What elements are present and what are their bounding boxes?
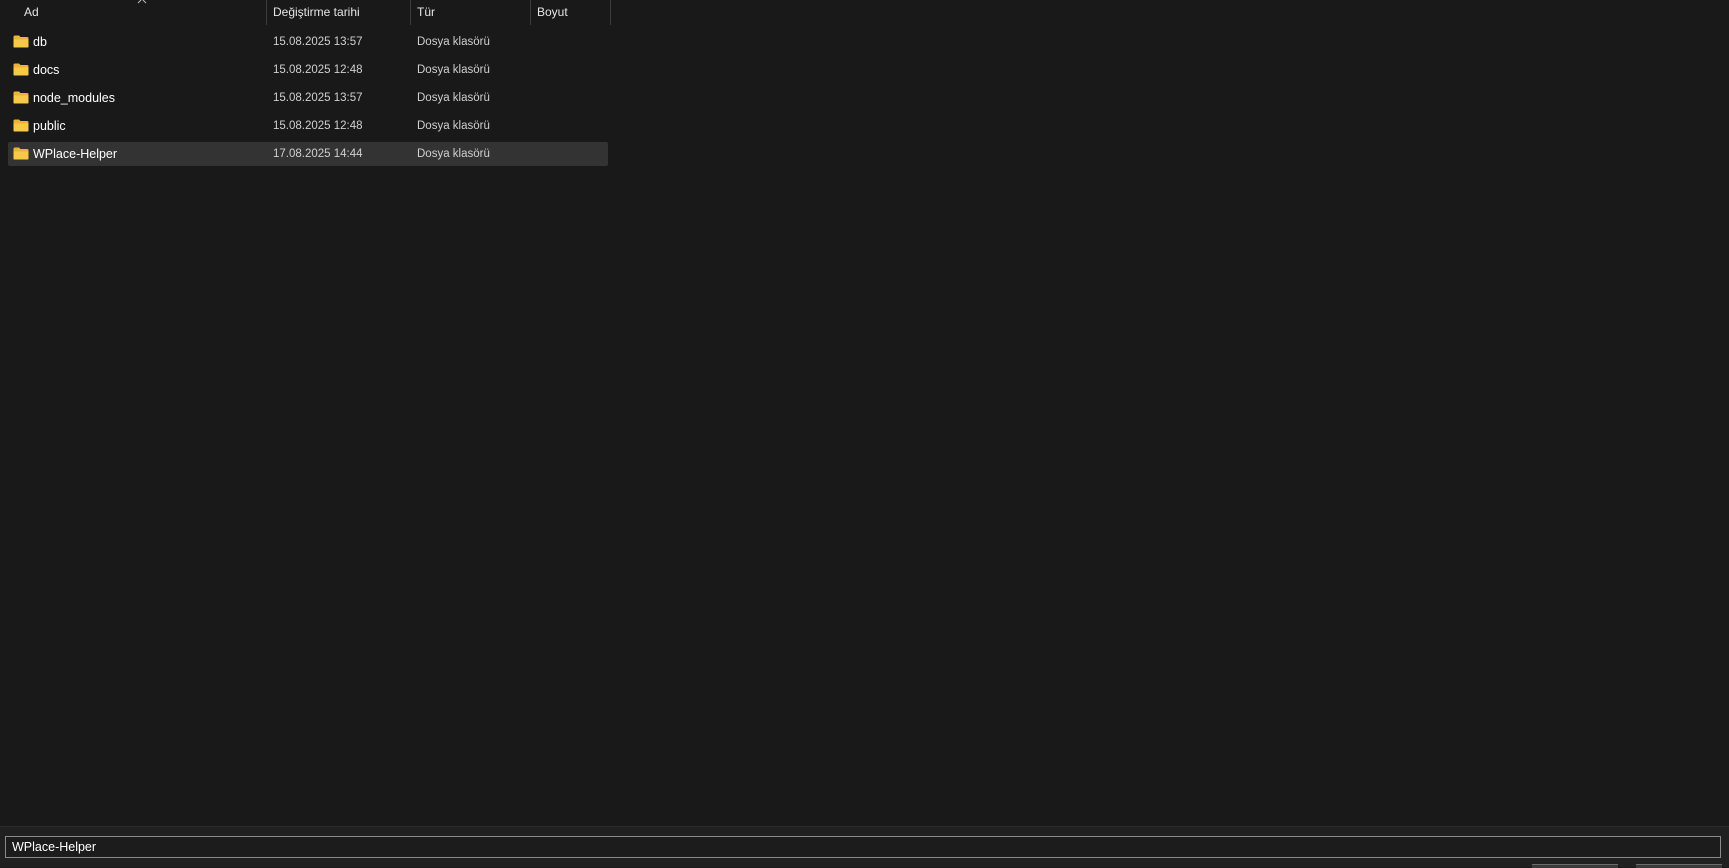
file-type: Dosya klasörü (417, 36, 490, 48)
column-header-date-label: Değiştirme tarihi (273, 5, 360, 19)
column-header-type-label: Tür (417, 5, 435, 19)
column-header-date[interactable]: Değiştirme tarihi (266, 0, 410, 25)
folder-icon (13, 147, 29, 160)
column-header-type[interactable]: Tür (410, 0, 530, 25)
sort-ascending-icon (137, 0, 147, 4)
file-row-wplace-helper[interactable]: WPlace-Helper 17.08.2025 14:44 Dosya kla… (8, 142, 608, 166)
file-type: Dosya klasörü (417, 64, 490, 76)
file-row-node-modules[interactable]: node_modules 15.08.2025 13:57 Dosya klas… (8, 86, 608, 110)
file-name: docs (33, 63, 60, 77)
filename-input[interactable] (5, 836, 1721, 858)
folder-icon (13, 119, 29, 132)
column-header-size-label: Boyut (537, 5, 568, 19)
column-header-name[interactable]: Ad (0, 0, 266, 25)
file-explorer: Ad Değiştirme tarihi Tür Boyut db 15.08.… (0, 0, 1729, 868)
save-button[interactable] (1532, 864, 1618, 868)
file-date: 15.08.2025 12:48 (273, 120, 363, 132)
file-name: public (33, 119, 66, 133)
column-header: Ad Değiştirme tarihi Tür Boyut (0, 0, 611, 25)
file-date: 17.08.2025 14:44 (273, 148, 363, 160)
file-name: db (33, 35, 47, 49)
column-header-name-label: Ad (24, 5, 39, 19)
file-name: node_modules (33, 91, 116, 105)
file-name: WPlace-Helper (33, 147, 118, 161)
file-row-db[interactable]: db 15.08.2025 13:57 Dosya klasörü (8, 30, 608, 54)
file-type: Dosya klasörü (417, 120, 490, 132)
cancel-button[interactable] (1636, 864, 1722, 868)
file-type: Dosya klasörü (417, 92, 490, 104)
folder-icon (13, 35, 29, 48)
folder-icon (13, 91, 29, 104)
file-date: 15.08.2025 12:48 (273, 64, 363, 76)
file-row-public[interactable]: public 15.08.2025 12:48 Dosya klasörü (8, 114, 608, 138)
file-type: Dosya klasörü (417, 148, 490, 160)
file-row-docs[interactable]: docs 15.08.2025 12:48 Dosya klasörü (8, 58, 608, 82)
file-date: 15.08.2025 13:57 (273, 36, 363, 48)
column-header-size[interactable]: Boyut (530, 0, 611, 25)
filename-bar (0, 826, 1729, 868)
file-list: db 15.08.2025 13:57 Dosya klasörü docs 1… (8, 30, 608, 170)
folder-icon (13, 63, 29, 76)
file-date: 15.08.2025 13:57 (273, 92, 363, 104)
